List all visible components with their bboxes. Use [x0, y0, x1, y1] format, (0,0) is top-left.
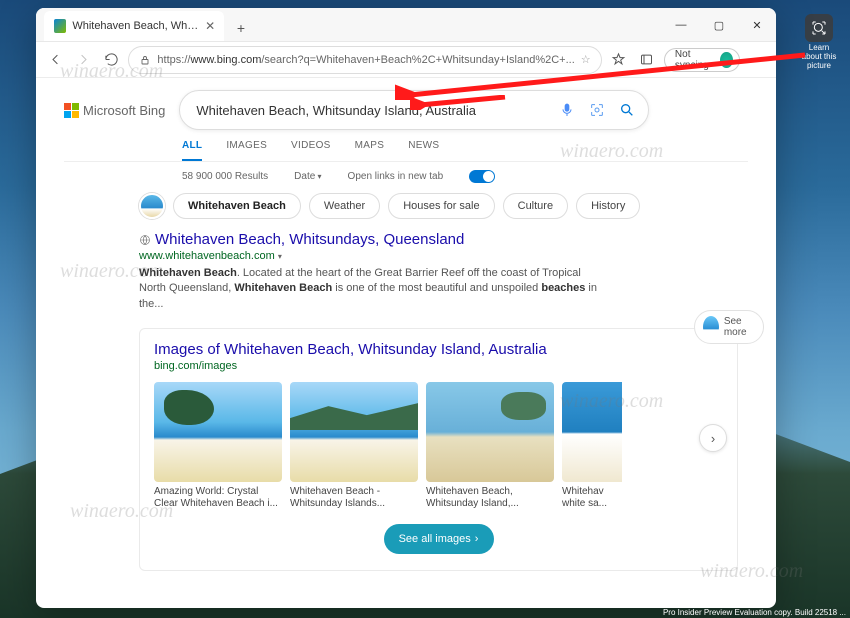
favorites-button[interactable]: [608, 46, 630, 74]
sync-label: Not syncing: [675, 49, 716, 71]
search-result: Whitehaven Beach, Whitsundays, Queenslan…: [139, 231, 738, 312]
search-submit-icon[interactable]: [616, 99, 638, 121]
see-more-thumb: [703, 316, 719, 338]
scope-all[interactable]: ALL: [182, 140, 202, 161]
entity-avatar: [139, 193, 165, 219]
search-input[interactable]: [196, 103, 548, 118]
page-content: Microsoft Bing ALL IMAGES VIDEOS MAPS NE…: [36, 78, 776, 608]
newtab-label: Open links in new tab: [348, 171, 444, 182]
chevron-right-icon: ›: [475, 533, 479, 545]
browser-toolbar: https://www.bing.com/search?q=Whitehaven…: [36, 42, 776, 78]
voice-search-icon[interactable]: [556, 99, 578, 121]
desktop-icon-label: Learn about this picture: [800, 44, 838, 70]
scope-maps[interactable]: MAPS: [355, 140, 385, 161]
search-box[interactable]: [179, 90, 649, 130]
see-all-images-button[interactable]: See all images ›: [384, 524, 494, 554]
images-source: bing.com/images: [154, 360, 723, 372]
forward-button[interactable]: [72, 46, 94, 74]
search-scopes: ALL IMAGES VIDEOS MAPS NEWS: [64, 140, 748, 162]
result-title-link[interactable]: Whitehaven Beach, Whitsundays, Queenslan…: [139, 231, 738, 248]
collections-button[interactable]: [636, 46, 658, 74]
image-result[interactable]: Whitehav white sa...: [562, 382, 622, 510]
maximize-button[interactable]: ▢: [700, 9, 738, 41]
entity-main-pill[interactable]: Whitehaven Beach: [173, 193, 301, 219]
scope-videos[interactable]: VIDEOS: [291, 140, 331, 161]
url-text: https://www.bing.com/search?q=Whitehaven…: [157, 54, 574, 66]
minimize-button[interactable]: —: [662, 9, 700, 41]
profile-sync-button[interactable]: Not syncing: [664, 48, 740, 72]
entity-pill-weather[interactable]: Weather: [309, 193, 380, 219]
build-watermark: Pro Insider Preview Evaluation copy. Bui…: [659, 607, 850, 618]
close-tab-icon[interactable]: ✕: [205, 19, 214, 33]
see-more-pill[interactable]: See more: [694, 310, 764, 344]
result-count: 58 900 000 Results: [182, 171, 268, 182]
bing-logo[interactable]: Microsoft Bing: [64, 103, 165, 118]
scope-images[interactable]: IMAGES: [226, 140, 267, 161]
microsoft-icon: [64, 103, 79, 118]
images-heading[interactable]: Images of Whitehaven Beach, Whitsunday I…: [154, 341, 723, 358]
profile-avatar: [720, 52, 732, 68]
date-filter[interactable]: Date: [294, 171, 321, 182]
image-result[interactable]: Whitehaven Beach - Whitsunday Islands...: [290, 382, 418, 510]
image-result[interactable]: Amazing World: Crystal Clear Whitehaven …: [154, 382, 282, 510]
address-bar[interactable]: https://www.bing.com/search?q=Whitehaven…: [128, 46, 601, 74]
entity-pill-culture[interactable]: Culture: [503, 193, 568, 219]
new-tab-button[interactable]: +: [228, 15, 254, 41]
entity-pill-history[interactable]: History: [576, 193, 640, 219]
titlebar: Whitehaven Beach, Whitsund ✕ + — ▢ ✕: [36, 8, 776, 42]
lock-icon: [139, 54, 151, 66]
images-section: Images of Whitehaven Beach, Whitsunday I…: [139, 328, 738, 571]
close-window-button[interactable]: ✕: [738, 9, 776, 41]
refresh-button[interactable]: [100, 46, 122, 74]
search-visual-icon: [805, 14, 833, 42]
visual-search-icon[interactable]: [586, 99, 608, 121]
globe-icon: [139, 234, 151, 246]
entity-suggestions: Whitehaven Beach Weather Houses for sale…: [139, 193, 738, 219]
menu-button[interactable]: ···: [746, 46, 768, 74]
entity-pill-houses[interactable]: Houses for sale: [388, 193, 494, 219]
images-next-button[interactable]: ›: [699, 424, 727, 452]
results-meta: 58 900 000 Results Date Open links in ne…: [64, 170, 748, 183]
learn-about-picture-shortcut[interactable]: Learn about this picture: [800, 14, 838, 70]
browser-tab[interactable]: Whitehaven Beach, Whitsund ✕: [44, 11, 224, 41]
tab-title: Whitehaven Beach, Whitsund: [72, 20, 199, 32]
image-result[interactable]: Whitehaven Beach, Whitsunday Island,...: [426, 382, 554, 510]
bing-favicon: [54, 19, 66, 33]
scope-news[interactable]: NEWS: [408, 140, 439, 161]
result-url[interactable]: www.whitehavenbeach.com: [139, 250, 738, 262]
reader-icon[interactable]: ☆: [581, 53, 591, 66]
newtab-toggle[interactable]: [469, 170, 495, 183]
back-button[interactable]: [44, 46, 66, 74]
browser-window: Whitehaven Beach, Whitsund ✕ + — ▢ ✕ htt…: [36, 8, 776, 608]
result-snippet: Whitehaven Beach. Located at the heart o…: [139, 266, 609, 312]
